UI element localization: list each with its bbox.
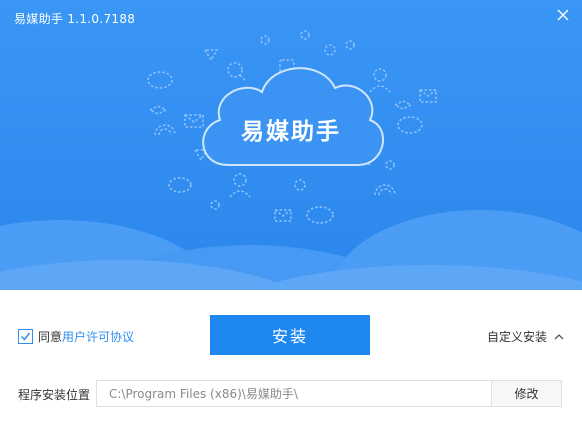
agreement-checkbox-row[interactable]: 同意 用户许可协议 <box>18 327 134 345</box>
window-title: 易媒助手 1.1.0.7188 <box>14 12 136 26</box>
agreement-label: 同意 <box>38 329 63 344</box>
hero-banner: 易媒助手 1.1.0.7188 易媒助手 <box>0 0 582 290</box>
checkmark-icon <box>20 332 31 341</box>
close-button[interactable] <box>552 4 574 26</box>
agreement-checkbox[interactable] <box>18 328 33 344</box>
install-button[interactable]: 安装 <box>210 315 370 355</box>
logo-text: 易媒助手 <box>241 119 341 145</box>
custom-install-toggle[interactable]: 自定义安装 <box>487 328 564 345</box>
install-path-input[interactable] <box>96 380 492 407</box>
install-path-label: 程序安装位置 <box>18 388 91 402</box>
chevron-up-icon <box>554 334 564 340</box>
custom-install-label: 自定义安装 <box>486 330 547 344</box>
modify-path-button[interactable]: 修改 <box>491 380 562 407</box>
close-icon <box>557 9 569 21</box>
license-link[interactable]: 用户许可协议 <box>62 328 134 345</box>
